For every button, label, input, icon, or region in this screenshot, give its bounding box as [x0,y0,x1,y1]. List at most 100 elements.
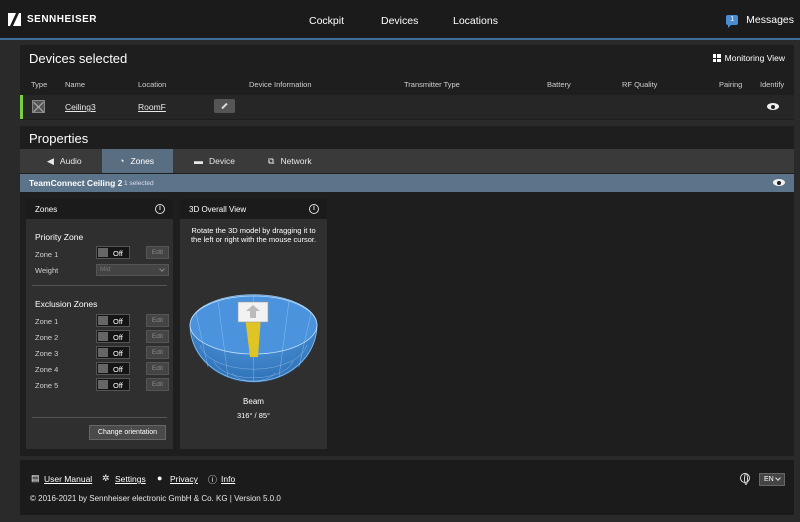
device-location-link[interactable]: RoomF [138,102,166,112]
exclusion-zone-1-label: Zone 1 [35,317,59,326]
toggle-state: Off [113,317,123,326]
exclusion-zones-title: Exclusion Zones [35,299,98,309]
nav-cockpit[interactable]: Cockpit [309,15,344,27]
beam-label: Beam [243,397,264,406]
language-select[interactable]: EN [759,473,785,486]
device-name-link[interactable]: Ceiling3 [65,102,96,112]
exclusion-zone-4-label: Zone 4 [35,365,59,374]
col-pairing: Pairing [719,80,743,89]
toggle-state: Off [113,349,123,358]
change-orientation-button[interactable]: Change orientation [89,425,166,440]
zones-card-title: Zones [35,205,58,214]
device-icon: ▬ [194,156,203,166]
toggle-knob [98,316,108,325]
nav-locations[interactable]: Locations [453,15,498,27]
toggle-knob [98,248,108,257]
edit-device-info-button[interactable] [214,99,235,113]
info-icon[interactable]: i [309,204,319,214]
properties-panel: Properties ◀ Audio ◔ Zones ▬ Device ⧉ Ne… [20,126,794,456]
col-rf-quality: RF Quality [622,80,658,89]
toggle-state: Off [113,249,123,258]
exclusion-zone-3-label: Zone 3 [35,349,59,358]
3d-hemisphere-model[interactable] [188,287,319,387]
book-icon: ▤ [31,473,40,483]
col-transmitter-type: Transmitter Type [404,80,460,89]
globe-icon [740,473,750,485]
toggle-state: Off [113,333,123,342]
logo-mark-icon [8,13,21,26]
col-device-information: Device Information [249,80,312,89]
exclusion-zone-3-toggle[interactable]: Off [96,346,130,359]
exclusion-zone-2-edit-button[interactable]: Edit [146,330,169,343]
col-name[interactable]: Name [65,80,85,89]
toggle-knob [98,348,108,357]
footer: ▤ User Manual ✲ Settings ● Privacy ⓘ Inf… [20,460,794,515]
exclusion-zone-3-edit-button[interactable]: Edit [146,346,169,359]
priority-zone-toggle[interactable]: Off [96,246,130,259]
info-link[interactable]: Info [221,474,235,484]
col-identify: Identify [760,80,785,89]
3d-view-card-title: 3D Overall View [189,205,247,214]
weight-value: Mid [100,266,111,273]
messages-button[interactable]: 1 Messages [726,14,794,28]
info-icon: ⓘ [208,475,218,485]
exclusion-zone-1-edit-button[interactable]: Edit [146,314,169,327]
tab-device-label: Device [209,156,235,166]
identify-eye-icon[interactable] [773,179,785,186]
exclusion-zone-5-edit-button[interactable]: Edit [146,378,169,391]
language-value: EN [764,476,774,483]
tab-device[interactable]: ▬ Device [182,149,247,173]
chevron-down-icon [775,475,781,481]
privacy-link[interactable]: Privacy [170,474,198,484]
zones-card: Zones i Priority Zone Zone 1 Off Edit We… [26,199,173,449]
speaker-icon: ◀ [47,155,54,166]
chevron-down-icon [159,266,165,272]
weight-label: Weight [35,266,59,275]
beam-value: 316° / 85° [236,411,271,420]
tab-network[interactable]: ⧉ Network [256,149,324,173]
toggle-knob [98,332,108,341]
exclusion-zone-2-label: Zone 2 [35,333,59,342]
user-manual-link[interactable]: User Manual [44,474,92,484]
weight-select[interactable]: Mid [96,264,169,276]
selected-count: 1 selected [124,179,154,187]
exclusion-zone-5-label: Zone 5 [35,381,59,390]
exclusion-zone-4-toggle[interactable]: Off [96,362,130,375]
priority-zone-title: Priority Zone [35,232,84,242]
sennheiser-logo[interactable]: SENNHEISER [8,13,97,26]
device-header-bar: TeamConnect Ceiling 2 1 selected [20,174,794,192]
device-model-name: TeamConnect Ceiling 2 [29,178,123,188]
logo-text: SENNHEISER [27,14,98,25]
nav-devices[interactable]: Devices [381,15,418,27]
network-icon: ⧉ [268,155,275,166]
col-location[interactable]: Location [138,80,166,89]
tab-audio[interactable]: ◀ Audio [35,149,94,173]
device-type-icon [32,100,45,113]
message-icon: 1 [726,15,739,28]
tab-zones[interactable]: ◔ Zones [102,149,173,173]
3d-view-card-header: 3D Overall View i [180,199,327,219]
exclusion-zone-5-toggle[interactable]: Off [96,378,130,391]
toggle-knob [98,364,108,373]
zones-card-header: Zones i [26,199,173,219]
identify-eye-icon[interactable] [767,103,779,110]
toggle-knob [98,380,108,389]
toggle-state: Off [113,365,123,374]
info-icon[interactable]: i [155,204,165,214]
exclusion-zone-4-edit-button[interactable]: Edit [146,362,169,375]
tab-audio-label: Audio [59,156,82,166]
priority-zone-label: Zone 1 [35,250,59,259]
tab-network-label: Network [280,156,312,166]
table-row[interactable]: Ceiling3 RoomF [20,95,794,119]
3d-view-card: 3D Overall View i Rotate the 3D model by… [180,199,327,449]
properties-title: Properties [29,131,89,146]
properties-tabs: ◀ Audio ◔ Zones ▬ Device ⧉ Network [20,149,794,173]
monitoring-view-button[interactable]: Monitoring View [712,53,785,63]
exclusion-zone-2-toggle[interactable]: Off [96,330,130,343]
grid-icon [712,54,721,62]
priority-zone-edit-button[interactable]: Edit [146,246,169,259]
messages-label: Messages [746,14,794,26]
settings-link[interactable]: Settings [115,474,146,484]
divider [32,285,167,286]
exclusion-zone-1-toggle[interactable]: Off [96,314,130,327]
